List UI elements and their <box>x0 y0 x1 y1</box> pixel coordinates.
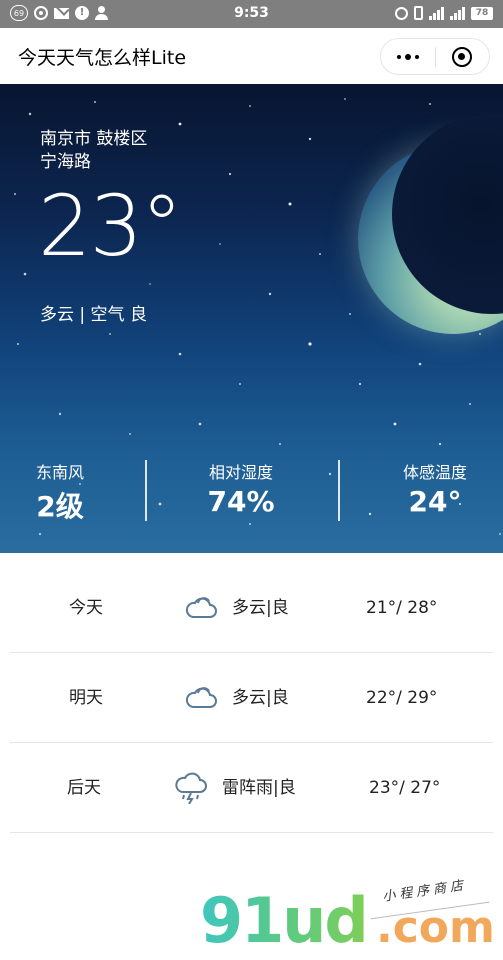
nav-bar: 今天天气怎么样Lite <box>0 28 503 84</box>
forecast-row: 后天 雷阵雨|良 23°/ 27° <box>10 743 493 833</box>
forecast-list: 今天 多云|良 21°/ 28° 明天 多云|良 22°/ 29° 后天 雷阵雨… <box>10 563 493 833</box>
status-right-icons: 78 <box>395 6 493 20</box>
signal-icon <box>450 6 465 20</box>
forecast-day: 明天 <box>69 688 103 708</box>
stat-divider <box>145 460 147 521</box>
forecast-row: 明天 多云|良 22°/ 29° <box>10 653 493 743</box>
page-title: 今天天气怎么样Lite <box>18 47 187 69</box>
stat-divider <box>338 460 340 521</box>
forecast-row: 今天 多云|良 21°/ 28° <box>10 563 493 653</box>
signal-icon <box>429 6 444 20</box>
forecast-condition: 雷阵雨|良 <box>222 778 296 798</box>
close-target-icon[interactable] <box>436 39 489 74</box>
stat-humidity-label: 相对湿度 <box>208 463 273 482</box>
location-district: 南京市 鼓楼区 <box>40 129 148 149</box>
stat-wind: 东南风 2级 <box>20 459 100 525</box>
stat-feels-like-value: 24° <box>408 485 462 518</box>
cloudy-icon <box>185 687 217 708</box>
forecast-temperature: 21°/ 28° <box>366 598 438 618</box>
watermark-logo: 91ud .com 小程序商店 <box>200 878 500 960</box>
location-street: 宁海路 <box>40 152 91 172</box>
battery-icon: 78 <box>471 6 493 20</box>
forecast-condition: 多云|良 <box>232 688 289 708</box>
vibrate-icon <box>414 6 423 20</box>
stat-wind-value: 2级 <box>36 490 84 523</box>
weather-hero: 南京市 鼓楼区 宁海路 23° 多云 | 空气 良 东南风 2级 相对湿度 74… <box>0 84 503 553</box>
alarm-icon <box>395 6 408 20</box>
watermark-main: 91ud <box>200 884 369 957</box>
forecast-day: 今天 <box>69 598 103 618</box>
status-bar: 69 ! 9:53 78 <box>0 0 503 28</box>
stat-feels-like: 体感温度 24° <box>385 459 485 518</box>
forecast-condition: 多云|良 <box>232 598 289 618</box>
thunderstorm-icon <box>175 772 207 804</box>
forecast-day: 后天 <box>67 778 101 798</box>
stat-wind-label: 东南风 <box>35 463 84 482</box>
current-temperature: 23° <box>38 177 183 275</box>
forecast-temperature: 22°/ 29° <box>366 688 438 708</box>
stat-humidity-value: 74% <box>207 485 275 518</box>
stat-humidity: 相对湿度 74% <box>186 459 296 518</box>
menu-capsule <box>380 38 490 75</box>
more-dots-icon[interactable] <box>381 39 435 74</box>
stat-feels-like-label: 体感温度 <box>402 463 467 482</box>
watermark-tagline: 小程序商店 <box>381 878 468 905</box>
condition-air-quality: 多云 | 空气 良 <box>40 305 147 325</box>
forecast-temperature: 23°/ 27° <box>369 778 441 798</box>
cloudy-icon <box>185 597 217 618</box>
